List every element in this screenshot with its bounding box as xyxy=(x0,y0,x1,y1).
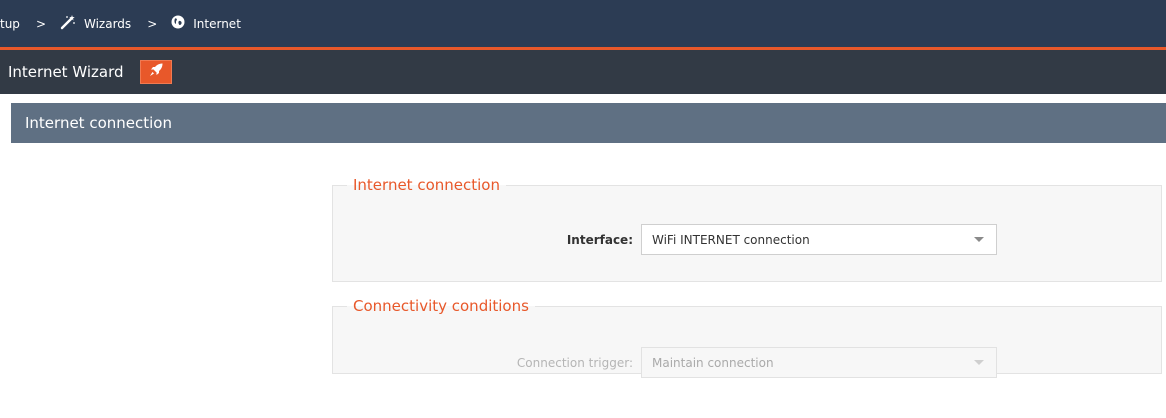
launch-wizard-button[interactable] xyxy=(139,60,172,84)
chevron-down-icon xyxy=(974,237,984,242)
interface-select[interactable]: WiFi INTERNET connection xyxy=(641,224,997,255)
breadcrumb-item-setup[interactable]: tup xyxy=(0,17,20,31)
breadcrumb-label: Wizards xyxy=(84,16,132,31)
breadcrumb-item-wizards[interactable]: Wizards xyxy=(60,14,131,33)
connection-trigger-label: Connection trigger: xyxy=(516,355,633,370)
breadcrumb-label: tup xyxy=(0,16,20,31)
interface-selected-value: WiFi INTERNET connection xyxy=(652,232,810,247)
trigger-row: Connection trigger: Maintain connection xyxy=(341,347,997,378)
globe-icon xyxy=(171,15,185,32)
breadcrumb-item-internet[interactable]: Internet xyxy=(171,15,241,32)
group-legend: Internet connection xyxy=(353,176,500,194)
breadcrumb-separator: > xyxy=(147,16,158,31)
breadcrumb-separator: > xyxy=(35,16,46,31)
section-header: Internet connection xyxy=(11,103,1166,143)
chevron-down-icon xyxy=(974,360,984,365)
rocket-icon xyxy=(148,62,164,82)
interface-label: Interface: xyxy=(566,232,633,247)
section-title: Internet connection xyxy=(25,114,172,132)
internet-connection-group: Internet connection Interface: WiFi INTE… xyxy=(332,176,1162,282)
magic-wand-icon xyxy=(60,14,76,33)
connectivity-conditions-group: Connectivity conditions Connection trigg… xyxy=(332,297,1162,378)
breadcrumb: tup > Wizards > Internet xyxy=(0,0,1166,47)
connection-trigger-select: Maintain connection xyxy=(641,347,997,378)
trigger-selected-value: Maintain connection xyxy=(652,355,774,370)
group-legend: Connectivity conditions xyxy=(353,297,529,315)
breadcrumb-label: Internet xyxy=(193,16,241,31)
wizard-title: Internet Wizard xyxy=(8,63,124,81)
interface-row: Interface: WiFi INTERNET connection xyxy=(341,224,997,255)
wizard-toolbar: Internet Wizard xyxy=(0,50,1166,94)
